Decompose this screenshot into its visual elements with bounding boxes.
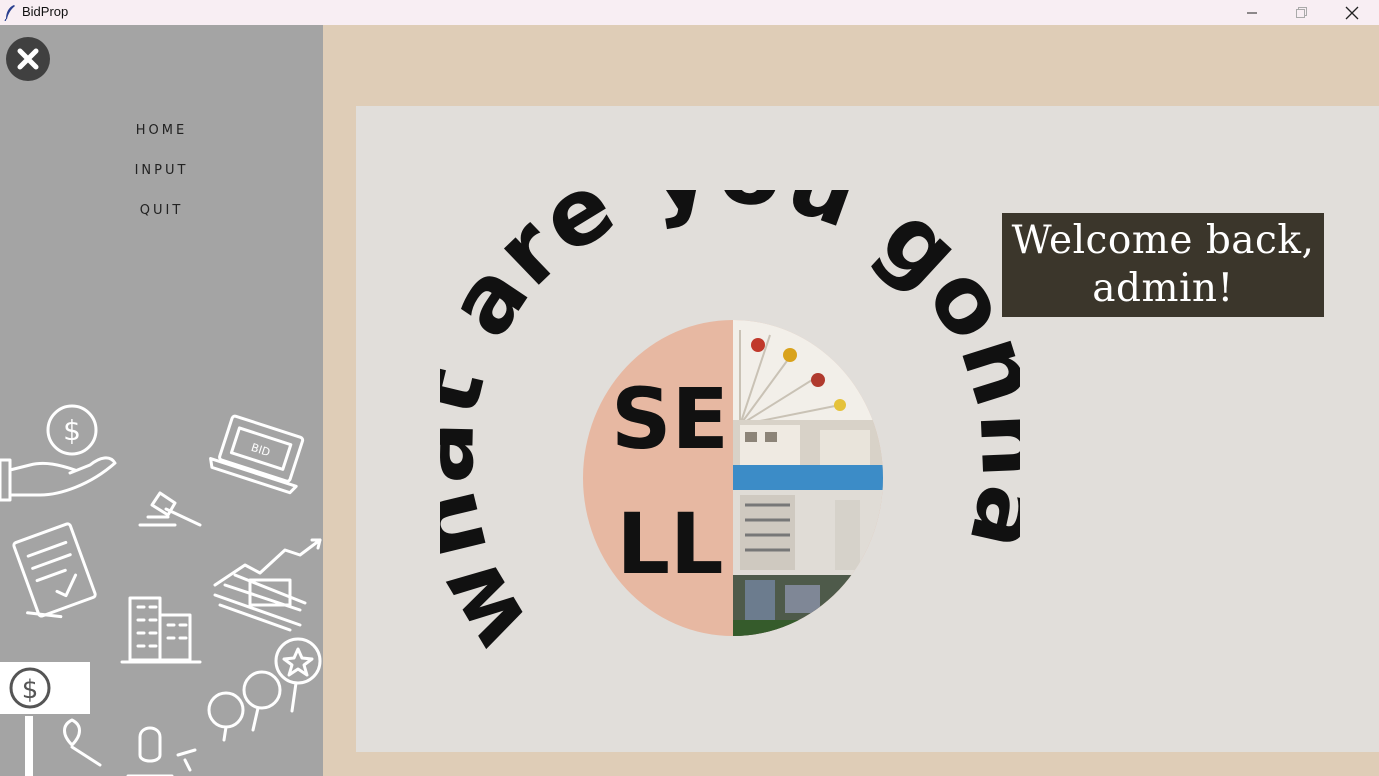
gavel-icon: [138, 491, 202, 527]
svg-text:BID: BID: [249, 441, 271, 459]
property-photo-collage: [733, 320, 883, 636]
document-icon: [12, 522, 97, 619]
svg-text:$: $: [63, 414, 81, 447]
window-title: BidProp: [22, 4, 69, 19]
welcome-line1: Welcome back,: [1011, 218, 1315, 263]
logo-sell-line2: LL: [616, 495, 723, 593]
maximize-button[interactable]: [1277, 0, 1325, 25]
sell-logo: what are you gonna SE LL: [440, 190, 1020, 670]
building-icon: [120, 596, 202, 664]
location-pin-icon: [63, 718, 102, 767]
maximize-icon: [1296, 6, 1307, 18]
close-window-button[interactable]: [1328, 0, 1376, 25]
logo-sell-line1: SE: [611, 370, 729, 468]
person-icon: [126, 726, 197, 776]
welcome-banner: Welcome back, admin!: [1002, 213, 1324, 317]
svg-text:$: $: [22, 675, 39, 705]
growth-chart-icon: [213, 538, 322, 632]
sale-sign-icon: $: [0, 662, 90, 776]
laptop-bid-icon: BID: [209, 414, 305, 495]
minimize-icon: [1247, 12, 1257, 13]
hand-coin-icon: $: [0, 404, 117, 502]
sidebar: HOME INPUT QUIT $ BID $: [0, 25, 323, 776]
title-bar: BidProp: [0, 0, 1379, 25]
welcome-username: admin!: [1092, 266, 1234, 311]
minimize-button[interactable]: [1228, 0, 1276, 25]
close-icon: [1345, 6, 1359, 19]
feather-icon: [4, 5, 15, 21]
bid-paddles-icon: [207, 637, 322, 742]
auction-illustration: $ BID $: [0, 404, 322, 776]
